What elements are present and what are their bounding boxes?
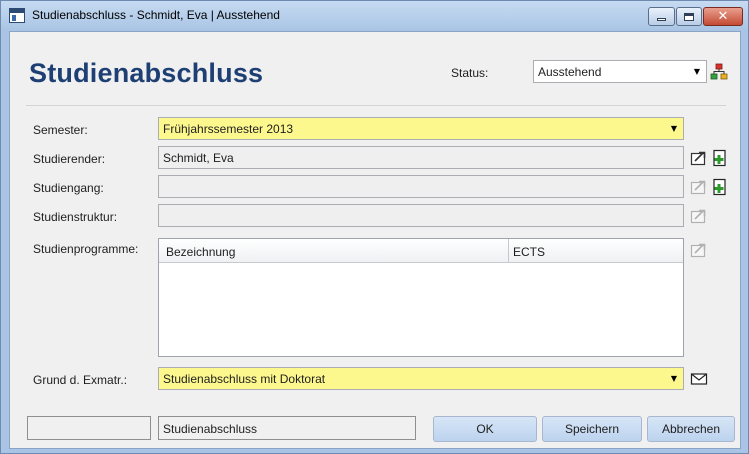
status-value: Ausstehend (538, 65, 602, 79)
semester-label: Semester: (33, 123, 88, 137)
minimize-button[interactable] (648, 7, 675, 26)
student-label: Studierender: (33, 152, 106, 166)
close-icon: ✕ (717, 9, 729, 24)
record-type-box: Studienabschluss (158, 416, 416, 440)
dialog-window: Studienabschluss - Schmidt, Eva | Ausste… (0, 0, 749, 454)
add-student-button[interactable] (709, 147, 730, 168)
reason-value: Studienabschluss mit Doktorat (163, 372, 326, 386)
student-value: Schmidt, Eva (163, 151, 234, 165)
chevron-down-icon: ▼ (670, 124, 678, 133)
programmes-table[interactable]: Bezeichnung ECTS (158, 238, 684, 357)
table-header: Bezeichnung ECTS (159, 239, 683, 263)
save-button[interactable]: Speichern (542, 416, 642, 442)
semester-value: Frühjahrssemester 2013 (163, 122, 294, 136)
student-field: Schmidt, Eva (158, 146, 684, 169)
app-window-icon (9, 8, 25, 23)
add-program-button[interactable] (709, 176, 730, 197)
reason-select[interactable]: Studienabschluss mit Doktorat ▼ (158, 367, 684, 390)
ok-button[interactable]: OK (433, 416, 537, 442)
program-label: Studiengang: (33, 181, 104, 195)
open-student-button[interactable] (688, 147, 709, 168)
dialog-content: Studienabschluss Status: Ausstehend ▼ Se… (9, 31, 741, 449)
open-record-icon (690, 151, 705, 165)
maximize-icon (684, 12, 694, 21)
chevron-down-icon: ▼ (693, 67, 701, 76)
cancel-button[interactable]: Abbrechen (647, 416, 735, 442)
envelope-icon (690, 372, 707, 385)
add-document-icon (712, 178, 726, 195)
program-field (158, 175, 684, 198)
programmes-label: Studienprogramme: (33, 242, 139, 256)
title-bar[interactable]: Studienabschluss - Schmidt, Eva | Ausste… (1, 1, 748, 31)
semester-select[interactable]: Frühjahrssemester 2013 ▼ (158, 117, 684, 140)
open-record-icon (690, 243, 705, 257)
column-divider[interactable] (508, 239, 509, 263)
structure-field (158, 204, 684, 227)
page-title: Studienabschluss (29, 58, 264, 88)
hierarchy-icon (710, 63, 727, 79)
header-divider (26, 105, 726, 106)
add-document-icon (712, 149, 726, 166)
open-record-icon (690, 209, 705, 223)
status-select[interactable]: Ausstehend ▼ (533, 60, 707, 83)
open-program-button[interactable] (688, 176, 709, 197)
record-type-value: Studienabschluss (163, 422, 258, 436)
reason-label: Grund d. Exmatr.: (33, 373, 128, 387)
column-header-bezeichnung[interactable]: Bezeichnung (166, 245, 235, 259)
minimize-icon (657, 18, 666, 21)
close-button[interactable]: ✕ (703, 7, 743, 26)
workflow-button[interactable] (708, 61, 729, 82)
chevron-down-icon: ▼ (670, 374, 678, 383)
open-programme-button[interactable] (688, 239, 709, 260)
column-header-ects[interactable]: ECTS (513, 245, 545, 259)
window-title: Studienabschluss - Schmidt, Eva | Ausste… (32, 8, 280, 22)
open-structure-button[interactable] (688, 205, 709, 226)
open-record-icon (690, 180, 705, 194)
status-label: Status: (451, 66, 489, 80)
send-mail-button[interactable] (688, 368, 709, 389)
maximize-button[interactable] (676, 7, 702, 26)
info-box (27, 416, 151, 440)
structure-label: Studienstruktur: (33, 210, 118, 224)
